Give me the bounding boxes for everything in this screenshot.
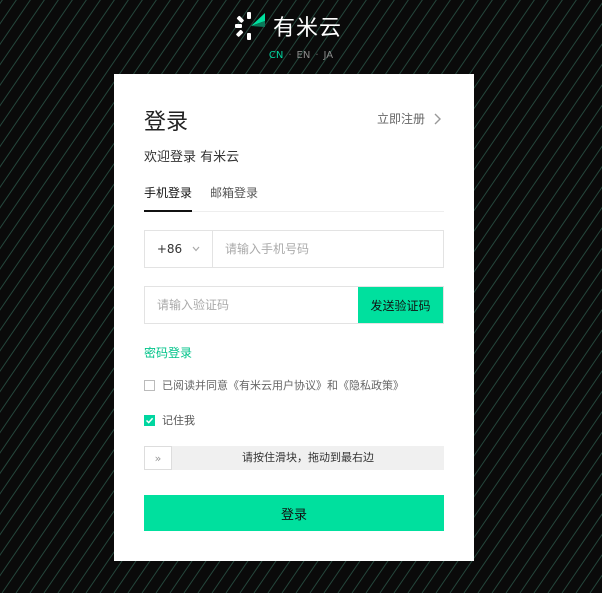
remember-checkbox[interactable]	[144, 414, 155, 426]
background-line	[0, 0, 73, 107]
background-line	[0, 0, 101, 148]
background-line	[575, 554, 602, 593]
password-login-link[interactable]: 密码登录	[144, 344, 192, 361]
remember-label: 记住我	[162, 414, 195, 427]
background-line	[0, 0, 3, 5]
background-line	[533, 492, 602, 593]
lang-en[interactable]: EN	[297, 50, 311, 61]
country-code-select[interactable]: +86	[145, 231, 213, 267]
register-link[interactable]: 立即注册	[377, 110, 442, 127]
language-switcher: CN · EN · JA	[0, 50, 602, 61]
phone-input[interactable]	[213, 231, 443, 267]
background-line	[561, 533, 602, 593]
background-line	[505, 452, 602, 593]
chevron-right-icon	[434, 113, 441, 124]
lang-ja[interactable]: JA	[324, 50, 334, 61]
slider-hint: 请按住滑块，拖动到最右边	[242, 451, 374, 464]
background-line	[519, 472, 602, 593]
page-title: 登录	[144, 110, 189, 135]
background-line	[0, 0, 2, 593]
slider-captcha: » 请按住滑块，拖动到最右边	[144, 446, 444, 470]
tab-phone-login[interactable]: 手机登录	[144, 184, 193, 212]
code-field-group: 发送验证码	[144, 286, 444, 324]
agreement-row: 已阅读并同意《有米云用户协议》和《隐私政策》	[144, 377, 404, 393]
lang-cn[interactable]: CN	[269, 50, 283, 61]
logo-text: 有米云	[273, 16, 343, 41]
agreement-checkbox[interactable]	[144, 379, 155, 391]
background-line	[547, 513, 602, 593]
welcome-text: 欢迎登录 有米云	[144, 150, 240, 165]
background-line	[589, 574, 602, 593]
background-line	[0, 0, 87, 127]
country-code-value: +86	[156, 242, 183, 256]
phone-field-group: +86	[144, 230, 444, 268]
logo[interactable]: 有米云	[235, 10, 342, 42]
chevron-down-icon	[192, 246, 200, 252]
separator-dot: ·	[315, 50, 319, 61]
login-card: 登录 立即注册 欢迎登录 有米云 手机登录 邮箱登录 +86 发送验证码 密码登…	[114, 74, 474, 561]
header: 有米云 CN · EN · JA	[0, 0, 602, 74]
logo-icon	[235, 12, 265, 40]
remember-row: 记住我	[144, 412, 195, 428]
slider-handle[interactable]: »	[144, 446, 172, 470]
separator-dot: ·	[288, 50, 292, 61]
send-code-button[interactable]: 发送验证码	[358, 287, 443, 323]
login-button[interactable]: 登录	[144, 495, 444, 531]
checkmark-icon	[145, 417, 154, 424]
tab-email-login[interactable]: 邮箱登录	[210, 184, 258, 212]
login-tabs: 手机登录 邮箱登录	[144, 184, 444, 212]
agreement-text: 已阅读并同意《有米云用户协议》和《隐私政策》	[162, 379, 404, 392]
verification-code-input[interactable]	[145, 287, 358, 323]
register-label: 立即注册	[376, 112, 425, 126]
